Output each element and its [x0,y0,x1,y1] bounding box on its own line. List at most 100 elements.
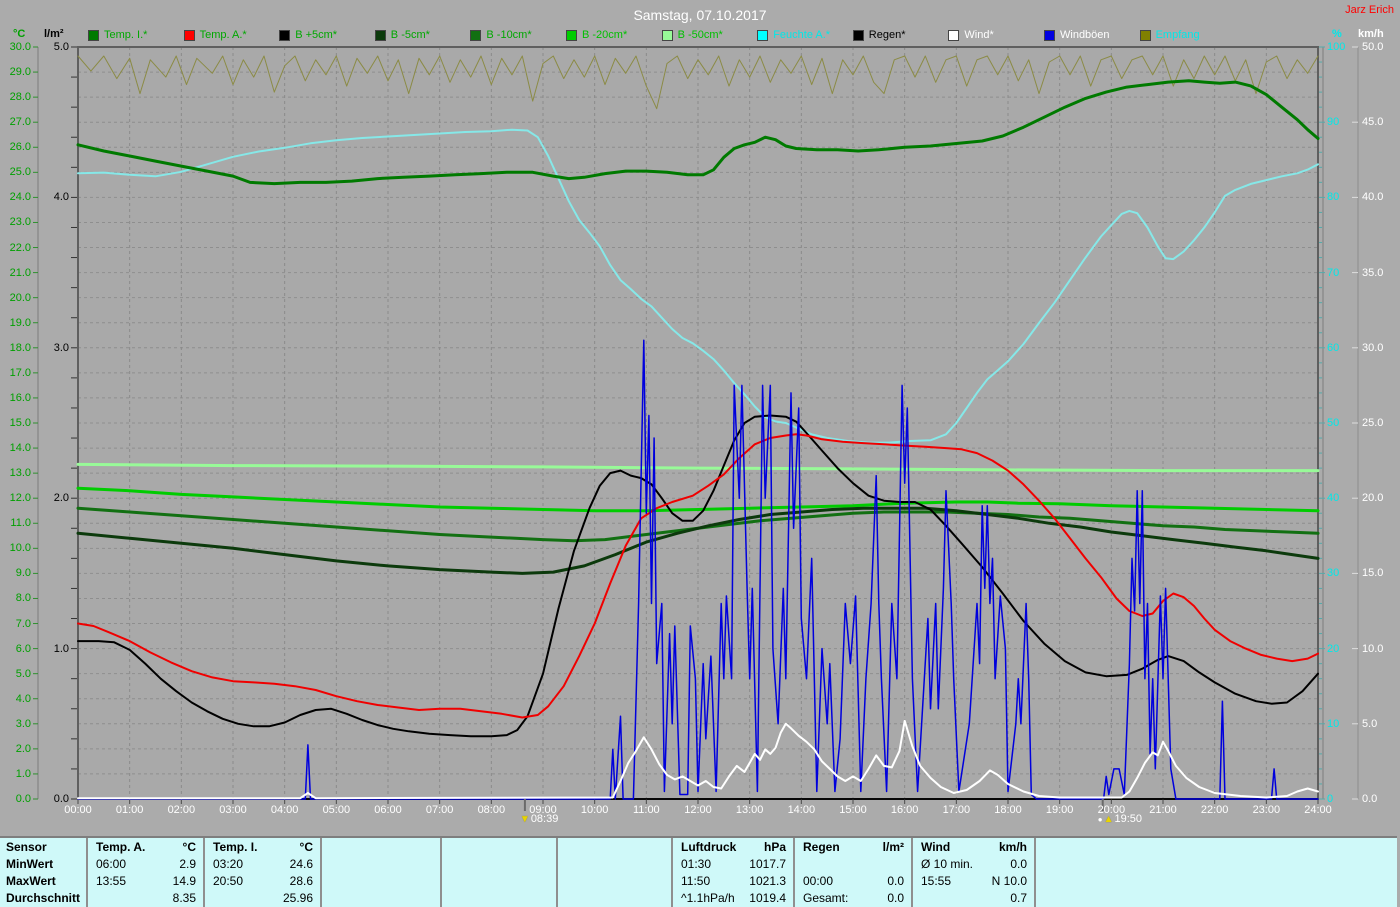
legend-label: Regen* [869,29,906,41]
humidity-axis-label: 90 [1327,116,1351,128]
cell-value: 0.7 [1010,891,1027,905]
legend-color-box [948,30,959,41]
cell-value: 1017.7 [749,857,786,871]
table-cell-row: 03:2024.6 [205,855,320,872]
humidity-axis-label: 70 [1327,267,1351,279]
sunrise-time: 08:39 [531,813,559,825]
time-axis-label: 13:00 [730,804,770,816]
table-cell-row [1036,889,1397,906]
temp-axis-label: 11.0 [2,517,31,529]
legend-color-box [88,30,99,41]
table-cell-row [1036,855,1397,872]
temp-axis-label: 24.0 [2,191,31,203]
table-column-header: Windkm/h [913,838,1034,855]
temp-axis-label: 20.0 [2,292,31,304]
legend-label: Temp. A.* [200,29,247,41]
column-unit: km/h [999,840,1027,854]
table-column-luftdruck: LuftdruckhPa01:301017.711:501021.3^1.1hP… [673,838,795,907]
table-column-temp-a-: Temp. A.°C06:002.913:5514.98.35 [88,838,205,907]
moon-icon: ● [1098,815,1103,824]
cell-time: 11:50 [681,874,710,888]
table-cell-row: 25.96 [205,889,320,906]
legend-item-b-10cm-: B -10cm* [470,29,531,41]
time-axis-label: 15:00 [833,804,873,816]
time-axis-label: 17:00 [936,804,976,816]
table-column-header: Temp. I.°C [205,838,320,855]
table-cell-row: 0.7 [913,889,1034,906]
cell-value: 25.96 [283,891,313,905]
wind-axis-label: 0.0 [1362,793,1392,805]
temp-axis-label: 27.0 [2,116,31,128]
legend-item-temp-i-: Temp. I.* [88,29,147,41]
table-cell-row [558,855,671,872]
wind-axis-label: 25.0 [1362,417,1392,429]
legend-label: Empfang [1156,29,1200,41]
temp-axis-label: 28.0 [2,91,31,103]
cell-value: 1021.3 [749,874,786,888]
table-cell-row [558,872,671,889]
rain-axis-label: 1.0 [40,643,69,655]
legend-item-b-50cm-: B -50cm* [662,29,723,41]
time-axis-label: 23:00 [1246,804,1286,816]
time-axis-label: 04:00 [265,804,305,816]
wind-axis-label: 35.0 [1362,267,1392,279]
legend-label: Windböen [1060,29,1110,41]
humidity-axis-label: 40 [1327,492,1351,504]
legend-item-feuchte-a-: Feuchte A.* [757,29,830,41]
table-cell-row: 00:000.0 [795,872,911,889]
temp-axis-label: 25.0 [2,166,31,178]
cell-time: ^1.1hPa/h [681,891,735,905]
table-column-header [442,838,556,855]
table-cell-row: 15:55N 10.0 [913,872,1034,889]
humidity-axis-label: 10 [1327,718,1351,730]
table-column-regen: Regenl/m² 00:000.0 Gesamt: 0.0 [795,838,913,907]
column-title: Luftdruck [681,840,736,854]
cell-value: 0.0 [1010,857,1027,871]
cell-value: 0.0 [887,891,904,905]
table-column-empty [1036,838,1397,907]
table-column-header: Regenl/m² [795,838,911,855]
cell-time: 06:00 [96,857,126,871]
legend-item-wind-: Wind* [948,29,993,41]
legend-item-empfang: Empfang [1140,29,1200,41]
legend-item-windb-en: Windböen [1044,29,1110,41]
cell-value: 24.6 [290,857,313,871]
legend-color-box [470,30,481,41]
temp-axis-label: 2.0 [2,743,31,755]
table-column-empty [322,838,442,907]
time-axis-label: 14:00 [781,804,821,816]
temp-axis-label: 19.0 [2,317,31,329]
table-cell-row [558,889,671,906]
table-cell-row: ^1.1hPa/h1019.4 [673,889,793,906]
temp-axis-label: 7.0 [2,618,31,630]
column-unit: l/m² [883,840,904,854]
table-cell-row [442,855,556,872]
time-axis-label: 19:00 [1040,804,1080,816]
temp-axis-label: 6.0 [2,643,31,655]
cell-value: 8.35 [173,891,196,905]
temp-axis-label: 0.0 [2,793,31,805]
table-cell-row: 13:5514.9 [88,872,203,889]
sunrise-marker: ▼08:39 [520,813,558,825]
legend-color-box [757,30,768,41]
wind-axis-label: 40.0 [1362,191,1392,203]
table-column-temp-i-: Temp. I.°C03:2024.620:5028.625.96 [205,838,322,907]
wind-axis-label: 10.0 [1362,643,1392,655]
table-cell-row: 06:002.9 [88,855,203,872]
temp-axis-label: 15.0 [2,417,31,429]
time-axis-label: 06:00 [368,804,408,816]
wind-axis-label: 20.0 [1362,492,1392,504]
humidity-axis-label: 20 [1327,643,1351,655]
cell-value: 28.6 [290,874,313,888]
temp-axis-label: 3.0 [2,718,31,730]
table-cell-row: Gesamt: 0.0 [795,889,911,906]
legend-item-b-5cm-: B +5cm* [279,29,337,41]
cell-time: 13:55 [96,874,126,888]
humidity-axis-label: 80 [1327,191,1351,203]
temp-axis-label: 22.0 [2,242,31,254]
column-title: Temp. I. [213,840,257,854]
temp-axis-label: 12.0 [2,492,31,504]
cell-time: Gesamt: [803,891,848,905]
time-axis-label: 10:00 [575,804,615,816]
column-title: Temp. A. [96,840,145,854]
